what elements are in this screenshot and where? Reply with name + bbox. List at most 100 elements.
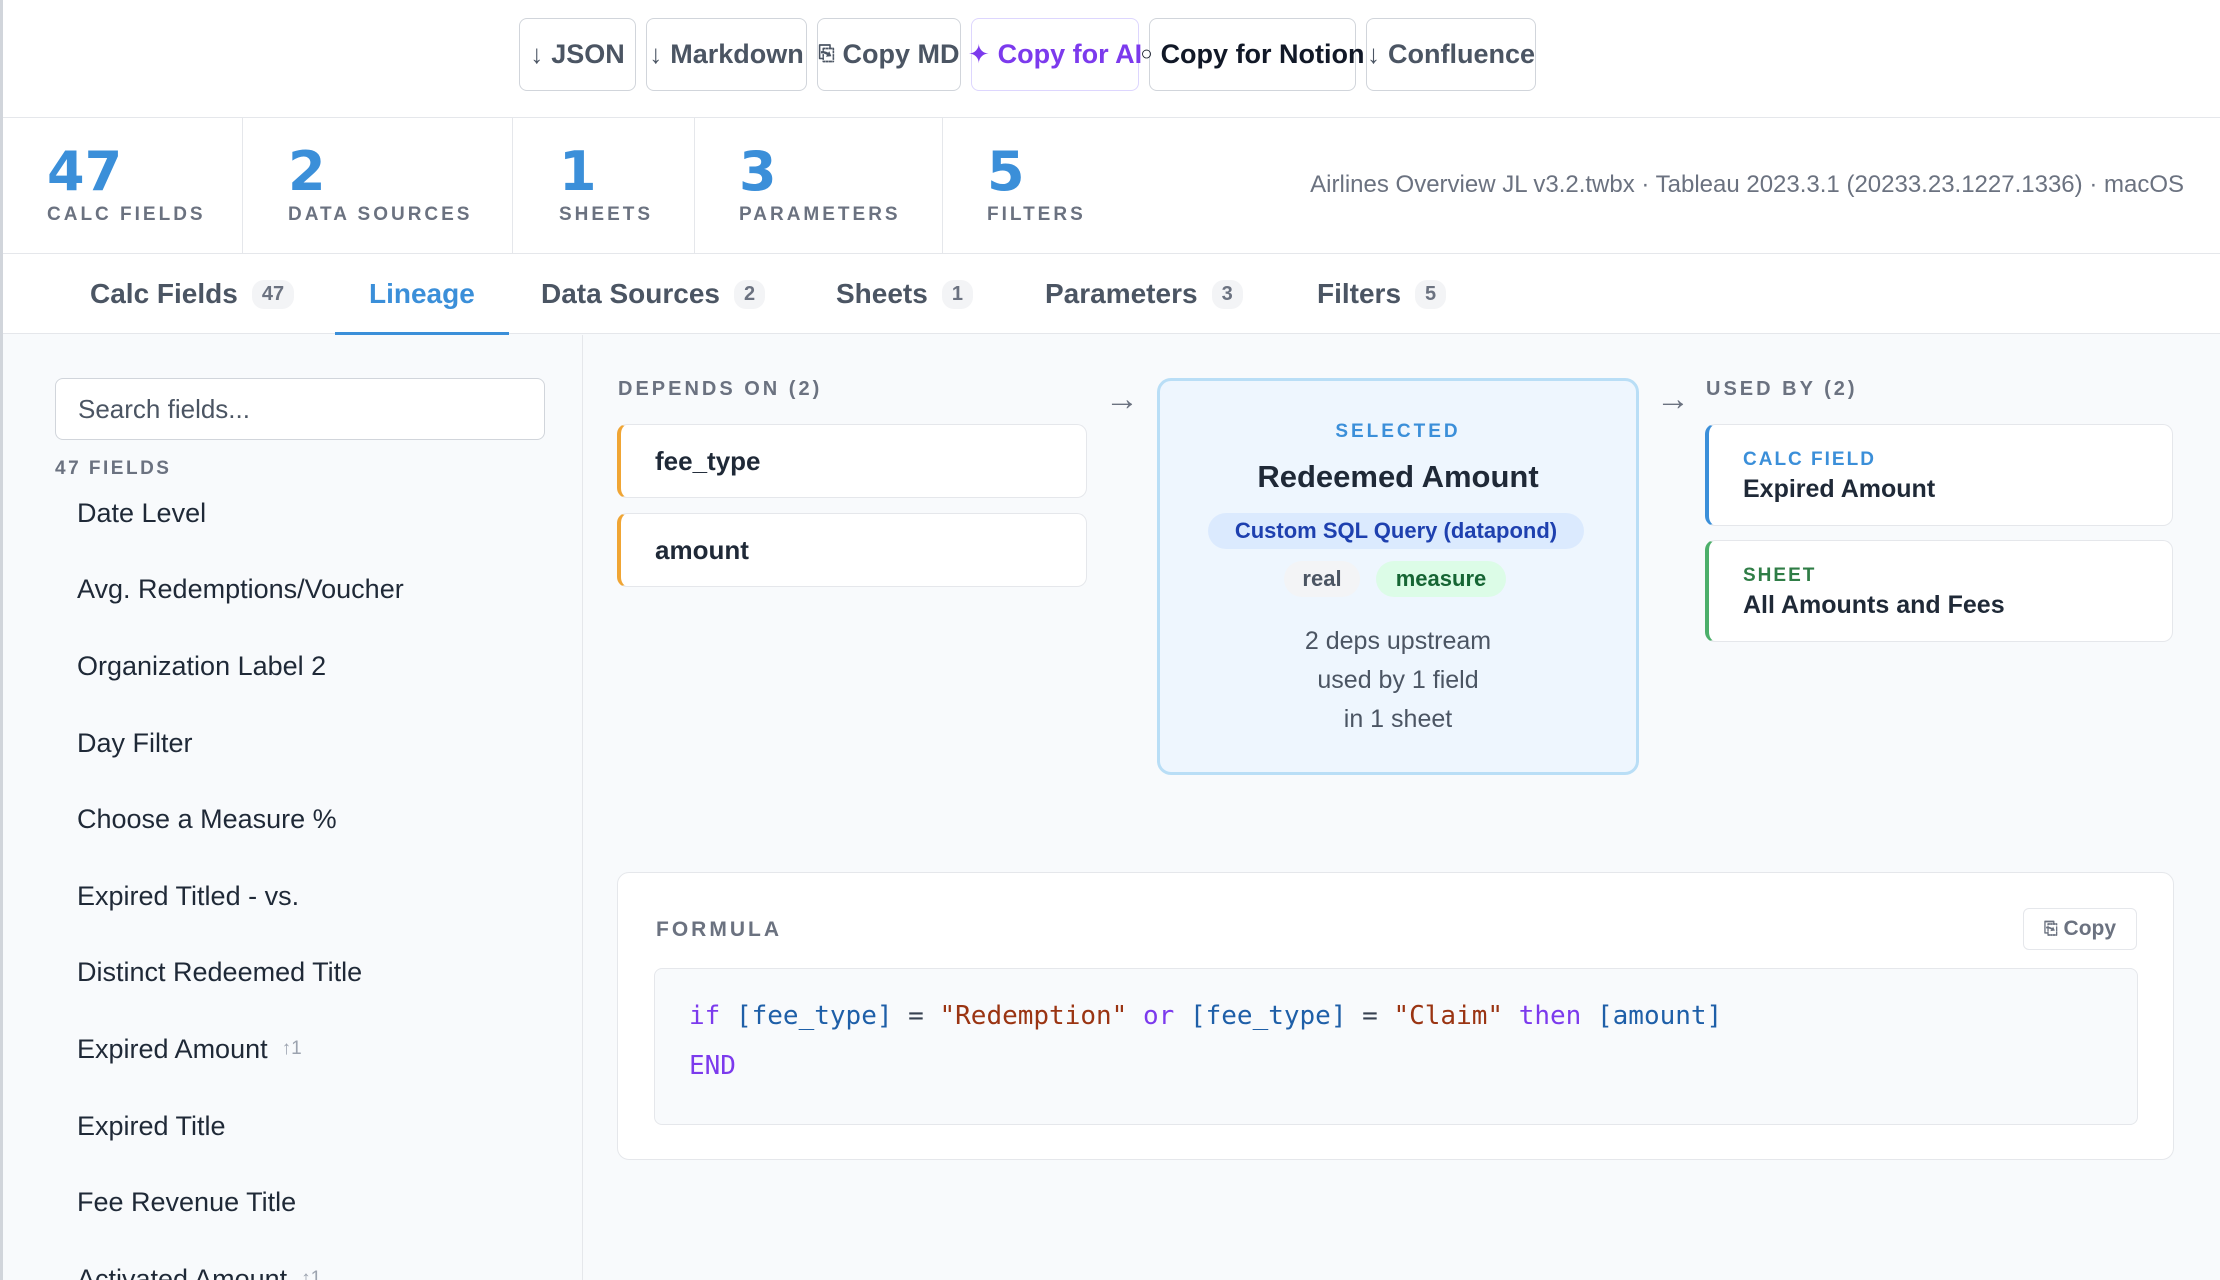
depends-card-fee-type[interactable]: fee_type xyxy=(617,424,1087,498)
code-line-2: END xyxy=(689,1051,736,1081)
used-by-name: Expired Amount xyxy=(1743,475,1936,503)
list-item[interactable]: Expired Titled - vs. xyxy=(77,858,557,935)
data-source-badge: Custom SQL Query (datapond) xyxy=(1208,513,1584,549)
list-item[interactable]: Expired Title xyxy=(77,1088,557,1165)
field-name: Date Level xyxy=(77,497,207,528)
selected-label: SELECTED xyxy=(1335,421,1461,442)
download-json-button[interactable]: ↓ JSON xyxy=(519,18,636,91)
copy-for-ai-label: Copy for AI xyxy=(997,39,1143,69)
list-item[interactable]: Organization Label 2 xyxy=(77,628,557,705)
copy-md-label: Copy MD xyxy=(842,39,960,69)
stat-filters: 5 FILTERS xyxy=(943,118,1143,254)
stat-label: CALC FIELDS xyxy=(47,204,206,225)
tab-bar: Calc Fields 47 Lineage Data Sources 2 Sh… xyxy=(3,254,2220,335)
field-name: Expired Title xyxy=(77,1110,226,1141)
tab-count: 2 xyxy=(733,279,766,309)
used-by-type: CALC FIELD xyxy=(1743,449,1876,470)
tab-filters[interactable]: Filters 5 xyxy=(1317,254,1447,334)
list-item[interactable]: Day Filter xyxy=(77,705,557,782)
tab-lineage[interactable]: Lineage xyxy=(335,254,509,335)
stat-value: 5 xyxy=(987,140,1025,203)
field-name: Distinct Redeemed Title xyxy=(77,957,363,988)
tab-label: Sheets xyxy=(836,278,928,309)
stat-parameters: 3 PARAMETERS xyxy=(695,118,943,254)
arrow-right-icon: → xyxy=(1656,380,1690,418)
copy-formula-button[interactable]: ⎘ Copy xyxy=(2023,908,2137,950)
stat-value: 3 xyxy=(739,140,777,203)
list-item[interactable]: Avg. Redemptions/Voucher xyxy=(77,552,557,629)
formula-panel: FORMULA ⎘ Copy if [fee_type] = "Redempti… xyxy=(617,872,2174,1160)
download-json-label: JSON xyxy=(551,39,625,69)
stat-label: SHEETS xyxy=(559,204,654,225)
field-name: Activated Amount xyxy=(77,1263,288,1280)
stat-label: FILTERS xyxy=(987,204,1086,225)
used-count-badge: ↑1 xyxy=(281,1038,302,1060)
stat-value: 47 xyxy=(47,140,123,203)
code-string: "Claim" xyxy=(1393,1001,1504,1031)
stat-label: PARAMETERS xyxy=(739,204,901,225)
formula-code: if [fee_type] = "Redemption" or [fee_typ… xyxy=(654,968,2138,1125)
tab-label: Lineage xyxy=(369,278,475,309)
datatype-badge: real xyxy=(1284,561,1360,597)
used-count-badge: ↑1 xyxy=(301,1268,322,1280)
code-field: [amount] xyxy=(1596,1001,1723,1031)
copy-md-button[interactable]: ⎘ Copy MD xyxy=(817,18,961,91)
field-sidebar: 47 FIELDS Date Level Avg. Redemptions/Vo… xyxy=(3,335,583,1280)
field-name: Fee Revenue Title xyxy=(77,1187,297,1218)
stats-bar: 47 CALC FIELDS 2 DATA SOURCES 1 SHEETS 3… xyxy=(3,118,2220,254)
download-icon: ↓ xyxy=(649,39,663,69)
tab-count: 1 xyxy=(941,279,973,309)
tab-count: 47 xyxy=(251,279,295,309)
stat-value: 1 xyxy=(559,140,597,203)
field-name: Organization Label 2 xyxy=(77,650,327,681)
field-list: Date Level Avg. Redemptions/Voucher Orga… xyxy=(77,475,557,1280)
tab-calc-fields[interactable]: Calc Fields 47 xyxy=(90,254,295,334)
download-markdown-button[interactable]: ↓ Markdown xyxy=(646,18,807,91)
used-by-card-calc-field[interactable]: CALC FIELD Expired Amount xyxy=(1705,424,2173,526)
tab-label: Filters xyxy=(1317,278,1402,309)
depends-card-amount[interactable]: amount xyxy=(617,513,1087,587)
list-item[interactable]: Activated Amount ↑1 xyxy=(77,1241,557,1280)
tab-parameters[interactable]: Parameters 3 xyxy=(1045,254,1243,334)
code-string: "Redemption" xyxy=(939,1001,1128,1031)
code-keyword: if xyxy=(689,1001,721,1031)
copy-for-ai-button[interactable]: ✦ Copy for AI xyxy=(967,18,1142,91)
tab-data-sources[interactable]: Data Sources 2 xyxy=(541,254,766,334)
used-by-name: All Amounts and Fees xyxy=(1743,591,2005,619)
code-keyword: or xyxy=(1142,1001,1175,1031)
confluence-label: Confluence xyxy=(1388,39,1536,69)
selected-field-name: Redeemed Amount xyxy=(1257,459,1539,494)
download-icon: ↓ xyxy=(530,39,544,69)
list-item[interactable]: Expired Amount ↑1 xyxy=(77,1011,557,1088)
copy-for-notion-button[interactable]: ○ Copy for Notion xyxy=(1140,18,1365,91)
code-field: [fee_type] xyxy=(735,1001,893,1031)
list-item[interactable]: Date Level xyxy=(77,475,557,552)
arrow-right-icon: → xyxy=(1105,380,1139,418)
download-markdown-label: Markdown xyxy=(670,39,804,69)
sparkle-icon: ✦ xyxy=(967,39,990,69)
workbook-meta: Airlines Overview JL v3.2.twbx · Tableau… xyxy=(1310,171,2184,198)
list-item[interactable]: Distinct Redeemed Title xyxy=(77,935,557,1012)
code-keyword: then xyxy=(1518,1001,1582,1031)
tab-label: Data Sources xyxy=(541,278,720,309)
search-input[interactable] xyxy=(55,378,545,440)
code-operator: = xyxy=(1362,1001,1378,1031)
notion-icon: ○ xyxy=(1140,43,1153,65)
formula-heading: FORMULA xyxy=(656,918,782,941)
tab-sheets[interactable]: Sheets 1 xyxy=(836,254,973,334)
code-operator: = xyxy=(908,1001,924,1031)
list-item[interactable]: Choose a Measure % xyxy=(77,781,557,858)
used-by-heading: USED BY (2) xyxy=(1706,378,1858,400)
tab-label: Calc Fields xyxy=(90,278,238,309)
depends-on-heading: DEPENDS ON (2) xyxy=(618,378,823,400)
role-badge: measure xyxy=(1376,561,1506,597)
tab-count: 5 xyxy=(1415,279,1447,309)
field-name: Avg. Redemptions/Voucher xyxy=(77,574,404,605)
copy-icon: ⎘ xyxy=(818,43,835,65)
list-item[interactable]: Fee Revenue Title xyxy=(77,1164,557,1241)
used-by-type: SHEET xyxy=(1743,565,1817,586)
stat-calc-fields: 47 CALC FIELDS xyxy=(3,118,243,254)
used-by-card-sheet[interactable]: SHEET All Amounts and Fees xyxy=(1705,540,2173,642)
confluence-button[interactable]: ↓ Confluence xyxy=(1366,18,1536,91)
export-toolbar: ↓ JSON ↓ Markdown ⎘ Copy MD ✦ Copy for A… xyxy=(3,0,2220,118)
